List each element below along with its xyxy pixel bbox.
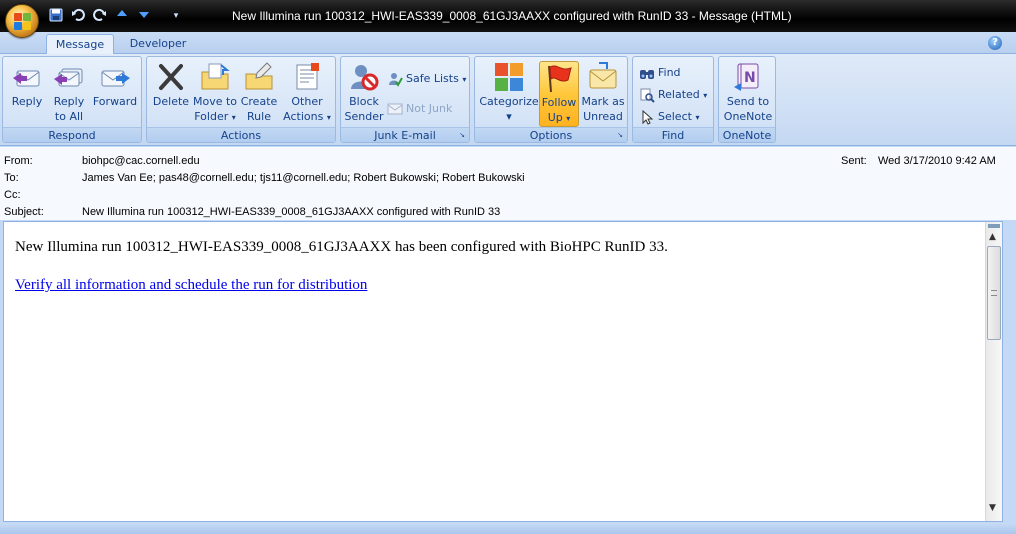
svg-text:N: N	[744, 70, 756, 86]
select-icon	[642, 109, 654, 125]
ribbon-tab-bar: Message Developer	[0, 32, 1016, 55]
create-rule-icon	[245, 62, 273, 90]
scroll-down-icon[interactable]: ▼	[989, 503, 996, 513]
not-junk-button[interactable]: Not Junk	[387, 99, 452, 119]
help-icon[interactable]: ?	[988, 36, 1002, 50]
create-rule-button[interactable]: Create Rule	[239, 61, 279, 127]
message-body[interactable]: New Illumina run 100312_HWI-EAS339_0008_…	[3, 221, 1003, 522]
title-bar: ▾ New Illumina run 100312_HWI-EAS339_000…	[0, 0, 1016, 32]
group-label-find: Find	[633, 127, 713, 142]
scroll-thumb[interactable]	[987, 246, 1001, 340]
from-value[interactable]: biohpc@cac.cornell.edu	[82, 155, 200, 167]
block-sender-button[interactable]: Block Sender	[343, 61, 385, 127]
not-junk-icon	[387, 103, 403, 115]
next-item-icon[interactable]	[136, 8, 152, 24]
forward-icon	[101, 70, 130, 87]
group-actions: Delete Move to Folder ▾ Create Rule Othe…	[146, 56, 336, 143]
follow-up-flag-icon	[548, 65, 572, 93]
to-label: To:	[4, 172, 19, 184]
find-button[interactable]: Find	[639, 63, 681, 83]
related-icon	[640, 88, 655, 103]
redo-icon[interactable]	[92, 8, 108, 24]
reply-icon	[13, 70, 40, 87]
other-actions-icon	[296, 63, 319, 90]
ribbon: Reply Reply to All Forward Respond Delet…	[0, 54, 1016, 146]
message-header: From: biohpc@cac.cornell.edu To: James V…	[0, 147, 1016, 220]
find-icon	[640, 70, 654, 79]
scroll-up-icon[interactable]: ▲	[989, 232, 996, 242]
reply-all-icon	[54, 68, 83, 87]
cc-label: Cc:	[4, 189, 21, 201]
office-button[interactable]	[5, 4, 39, 38]
group-label-onenote: OneNote	[719, 127, 775, 142]
office-button-icon	[14, 13, 32, 31]
related-button[interactable]: Related ▾	[639, 85, 707, 105]
group-label-options: Options	[475, 127, 627, 142]
reply-button[interactable]: Reply	[7, 61, 47, 127]
mark-as-unread-button[interactable]: Mark as Unread	[581, 61, 625, 127]
scroll-grip-icon	[991, 290, 997, 296]
sent-value: Wed 3/17/2010 9:42 AM	[878, 155, 996, 167]
move-to-folder-button[interactable]: Move to Folder ▾	[193, 61, 237, 127]
quick-access-toolbar: ▾	[48, 8, 184, 24]
options-launcher[interactable]: ↘	[615, 130, 625, 140]
body-text: New Illumina run 100312_HWI-EAS339_0008_…	[15, 239, 668, 255]
group-onenote: N Send to OneNote OneNote	[718, 56, 776, 143]
forward-button[interactable]: Forward	[91, 61, 139, 127]
group-junk-email: Block Sender Safe Lists ▾ Not Junk Junk …	[340, 56, 470, 143]
send-to-onenote-icon: N	[734, 63, 759, 91]
categorize-button[interactable]: Categorize ▾	[479, 61, 539, 127]
categorize-icon	[495, 63, 523, 91]
follow-up-button[interactable]: Follow Up ▾	[539, 61, 579, 127]
group-label-junk-email: Junk E-mail	[341, 127, 469, 142]
junk-email-options-launcher[interactable]: ↘	[457, 130, 467, 140]
subject-value: New Illumina run 100312_HWI-EAS339_0008_…	[82, 206, 501, 218]
group-options: Categorize ▾ Follow Up ▾ Mark as Unread …	[474, 56, 628, 143]
group-label-respond: Respond	[3, 127, 141, 142]
delete-button[interactable]: Delete	[151, 61, 191, 127]
window-title: New Illumina run 100312_HWI-EAS339_0008_…	[232, 9, 792, 23]
to-value[interactable]: James Van Ee; pas48@cornell.edu; tjs11@c…	[82, 172, 525, 184]
subject-label: Subject:	[4, 206, 44, 218]
from-label: From:	[4, 155, 33, 167]
send-to-onenote-button[interactable]: N Send to OneNote	[723, 61, 773, 127]
safe-lists-button[interactable]: Safe Lists ▾	[387, 69, 466, 89]
save-icon[interactable]	[48, 8, 64, 24]
group-label-actions: Actions	[147, 127, 335, 142]
tab-message[interactable]: Message	[46, 34, 114, 55]
select-button[interactable]: Select ▾	[639, 107, 699, 127]
customize-qat-icon[interactable]: ▾	[168, 8, 184, 24]
delete-icon	[159, 64, 183, 90]
status-bar	[0, 523, 1016, 534]
other-actions-button[interactable]: Other Actions ▾	[281, 61, 333, 127]
safe-lists-icon	[389, 73, 403, 87]
sent-label: Sent:	[841, 155, 867, 167]
block-sender-icon	[351, 65, 379, 91]
move-to-folder-icon	[201, 63, 230, 90]
previous-item-icon[interactable]	[114, 8, 130, 24]
verify-run-link[interactable]: Verify all information and schedule the …	[15, 277, 367, 294]
mark-unread-icon	[589, 62, 617, 89]
group-respond: Reply Reply to All Forward Respond	[2, 56, 142, 143]
tab-developer[interactable]: Developer	[122, 34, 194, 55]
vertical-scrollbar[interactable]: ▲ ▼	[985, 222, 1002, 521]
group-find: Find Related ▾ Select ▾ Find	[632, 56, 714, 143]
undo-icon[interactable]	[70, 8, 86, 24]
scroll-split-handle[interactable]	[988, 224, 1000, 228]
reply-all-button[interactable]: Reply to All	[49, 61, 89, 127]
